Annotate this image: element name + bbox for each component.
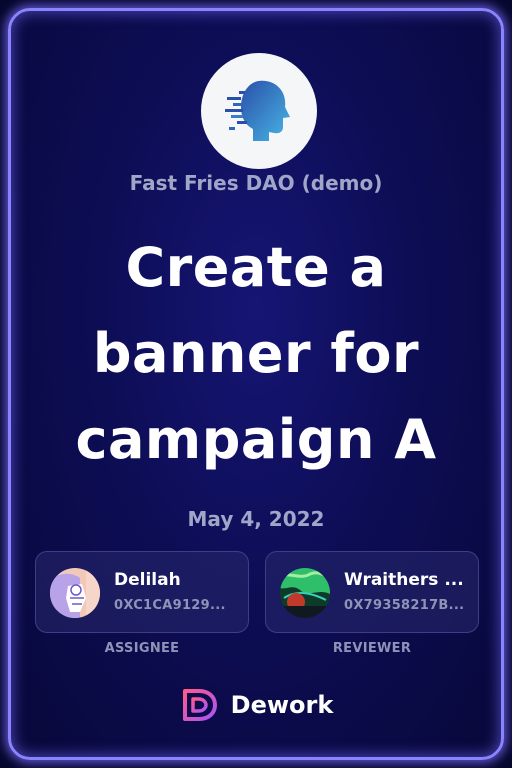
assignee-card[interactable]: Delilah 0XC1CA9129... [35,551,249,633]
assignee-role-label: ASSIGNEE [104,641,180,656]
task-date: May 4, 2022 [187,507,325,531]
assignee-address: 0XC1CA9129... [114,598,226,613]
reviewer-name: Wraithers ... [344,570,464,590]
task-title: Create a banner for campaign A [11,225,501,483]
dework-logo-icon [182,689,217,721]
brand-name: Dework [230,691,334,719]
brand-footer[interactable]: Dework [11,685,501,725]
assignee-name: Delilah [114,570,181,590]
org-logo [201,53,317,169]
task-card: Fast Fries DAO (demo) Create a banner fo… [8,8,504,760]
task-title-line: banner for [92,322,420,385]
task-title-line: Create a [125,236,387,299]
task-title-line: campaign A [75,408,437,471]
assignee-avatar [50,568,100,618]
reviewer-avatar [280,568,330,618]
reviewer-card[interactable]: Wraithers ... 0X79358217B... [265,551,479,633]
org-name: Fast Fries DAO (demo) [129,171,383,195]
reviewer-address: 0X79358217B... [344,598,465,613]
face-profile-icon [225,80,290,141]
reviewer-role-label: REVIEWER [332,641,412,656]
